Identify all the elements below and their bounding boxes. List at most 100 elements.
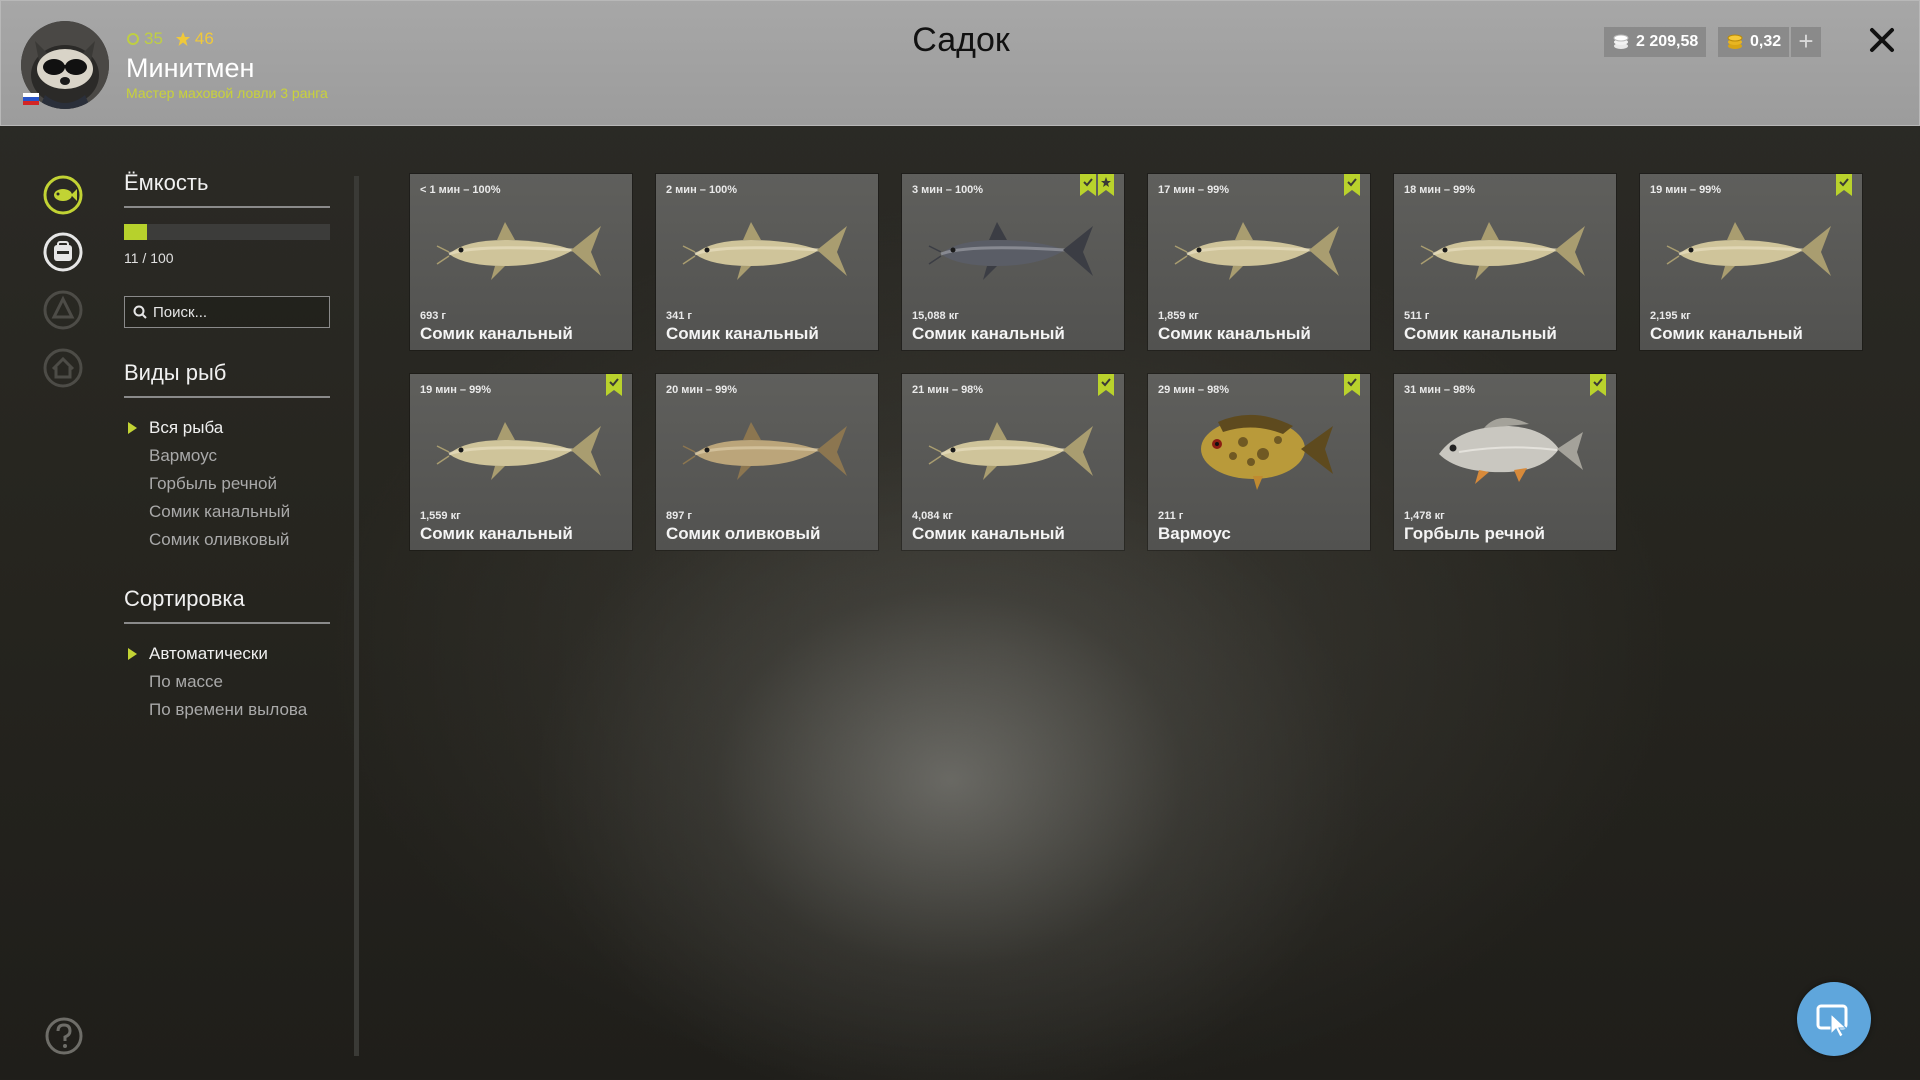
boat-icon[interactable]: [42, 289, 84, 331]
fish-weight: 897 г: [666, 510, 692, 522]
fish-name: Сомик канальный: [1650, 324, 1803, 343]
search-input[interactable]: [153, 303, 323, 321]
gold-balance: 0,32: [1718, 27, 1790, 57]
fish-name: Вармоус: [1158, 524, 1231, 543]
species-option-all[interactable]: Вся рыба: [124, 414, 330, 442]
fish-card[interactable]: 19 мин – 99% 2,195 кг Сомик канальный: [1640, 174, 1862, 350]
species-heading: Виды рыб: [124, 360, 330, 398]
fish-weight: 2,195 кг: [1650, 310, 1691, 322]
fish-card[interactable]: 19 мин – 99% 1,559 кг Сомик канальный: [410, 374, 632, 550]
fish-name: Сомик оливковый: [666, 524, 821, 543]
filter-panel: Ёмкость 11 / 100 Виды рыб Вся рыба Вармо…: [124, 170, 330, 724]
catch-time: 20 мин – 99%: [666, 384, 738, 396]
player-rank: Мастер маховой ловли 3 ранга: [126, 85, 328, 101]
fish-weight: 15,088 кг: [912, 310, 959, 322]
sort-option-weight[interactable]: По массе: [124, 668, 330, 696]
fish-weight: 211 г: [1158, 510, 1184, 522]
flag-icon: [23, 93, 39, 105]
chat-cursor-icon: [1816, 1004, 1848, 1038]
fish-name: Сомик канальный: [420, 324, 573, 343]
fish-weight: 341 г: [666, 310, 692, 322]
fish-name: Сомик канальный: [912, 524, 1065, 543]
fish-image: [1420, 222, 1585, 280]
catch-time: 21 мин – 98%: [912, 384, 984, 396]
catch-time: 19 мин – 99%: [420, 384, 492, 396]
fish-weight: 511 г: [1404, 310, 1430, 322]
bookmark-icon[interactable]: [606, 374, 622, 396]
fish-image: [682, 422, 847, 480]
fish-image: [1439, 417, 1583, 484]
species-section: Виды рыб Вся рыба Вармоус Горбыль речной…: [124, 360, 330, 554]
fish-name: Сомик канальный: [1404, 324, 1557, 343]
gold-coins-icon: [1727, 34, 1743, 49]
bookmark-icon[interactable]: [1344, 374, 1360, 396]
fish-weight: 1,478 кг: [1404, 510, 1445, 522]
bookmark-icon[interactable]: [1836, 174, 1852, 196]
sort-option-auto[interactable]: Автоматически: [124, 640, 330, 668]
fish-image: [928, 222, 1093, 280]
bookmark-icon[interactable]: [1080, 174, 1096, 196]
silver-value: 2 209,58: [1636, 33, 1699, 50]
fish-image: [928, 422, 1093, 480]
fish-card[interactable]: 3 мин – 100% 15,088 кг Сомик канальный: [902, 174, 1124, 350]
panel-divider: [354, 176, 359, 1056]
trophy-star-icon[interactable]: [1098, 174, 1114, 196]
chat-button[interactable]: [1797, 982, 1871, 1056]
fish-image: [436, 422, 601, 480]
fish-card[interactable]: 20 мин – 99% 897 г Сомик оливковый: [656, 374, 878, 550]
catch-time: < 1 мин – 100%: [420, 184, 501, 196]
catch-time: 17 мин – 99%: [1158, 184, 1230, 196]
bookmark-icon[interactable]: [1098, 374, 1114, 396]
catch-time: 19 мин – 99%: [1650, 184, 1722, 196]
bookmark-icon[interactable]: [1590, 374, 1606, 396]
species-option-warmouth[interactable]: Вармоус: [124, 442, 330, 470]
fish-card[interactable]: 17 мин – 99% 1,859 кг Сомик канальный: [1148, 174, 1370, 350]
close-icon[interactable]: [1865, 23, 1899, 57]
fish-name: Сомик канальный: [666, 324, 819, 343]
fish-name: Сомик канальный: [1158, 324, 1311, 343]
fish-image: [1174, 222, 1339, 280]
fish-image: [1201, 414, 1333, 490]
home-icon[interactable]: [42, 347, 84, 389]
silver-coins-icon: [1613, 34, 1629, 49]
sort-section: Сортировка Автоматически По массе По вре…: [124, 586, 330, 724]
capacity-heading: Ёмкость: [124, 170, 330, 208]
species-option-drum[interactable]: Горбыль речной: [124, 470, 330, 498]
fish-card[interactable]: < 1 мин – 100% 693 г Сомик канальный: [410, 174, 632, 350]
catch-time: 3 мин – 100%: [912, 184, 984, 196]
catch-time: 2 мин – 100%: [666, 184, 738, 196]
species-option-channel-catfish[interactable]: Сомик канальный: [124, 498, 330, 526]
bookmark-icon[interactable]: [1344, 174, 1360, 196]
help-icon[interactable]: [44, 1016, 84, 1056]
fish-weight: 4,084 кг: [912, 510, 953, 522]
sort-option-time[interactable]: По времени вылова: [124, 696, 330, 724]
fish-card[interactable]: 18 мин – 99% 511 г Сомик канальный: [1394, 174, 1616, 350]
add-currency-button[interactable]: +: [1791, 27, 1821, 57]
catch-time: 29 мин – 98%: [1158, 384, 1230, 396]
species-list: Вся рыба Вармоус Горбыль речной Сомик ка…: [124, 414, 330, 554]
search-icon: [133, 305, 147, 319]
catch-time: 31 мин – 98%: [1404, 384, 1476, 396]
fish-image: [1666, 222, 1831, 280]
inventory-bag-icon[interactable]: [42, 231, 84, 273]
fish-card[interactable]: 31 мин – 98% 1,478 кг Горбыль речной: [1394, 374, 1616, 550]
fish-card[interactable]: 2 мин – 100% 341 г Сомик канальный: [656, 174, 878, 350]
fish-keepnet-icon[interactable]: [42, 174, 84, 216]
capacity-fill: [124, 224, 147, 240]
top-bar: 35 46 Минитмен Мастер маховой ловли 3 ра…: [0, 0, 1920, 126]
fish-image: [682, 222, 847, 280]
fish-card[interactable]: 21 мин – 98% 4,084 кг Сомик канальный: [902, 374, 1124, 550]
capacity-bar: [124, 224, 330, 240]
capacity-text: 11 / 100: [124, 250, 174, 266]
fish-weight: 1,859 кг: [1158, 310, 1199, 322]
sort-heading: Сортировка: [124, 586, 330, 624]
fish-weight: 693 г: [420, 310, 446, 322]
fish-weight: 1,559 кг: [420, 510, 461, 522]
fish-name: Сомик канальный: [912, 324, 1065, 343]
search-box[interactable]: [124, 296, 330, 328]
species-option-flathead-catfish[interactable]: Сомик оливковый: [124, 526, 330, 554]
sort-list: Автоматически По массе По времени вылова: [124, 640, 330, 724]
fish-name: Сомик канальный: [420, 524, 573, 543]
gold-value: 0,32: [1750, 33, 1782, 50]
fish-card[interactable]: 29 мин – 98% 211 г Вармоус: [1148, 374, 1370, 550]
